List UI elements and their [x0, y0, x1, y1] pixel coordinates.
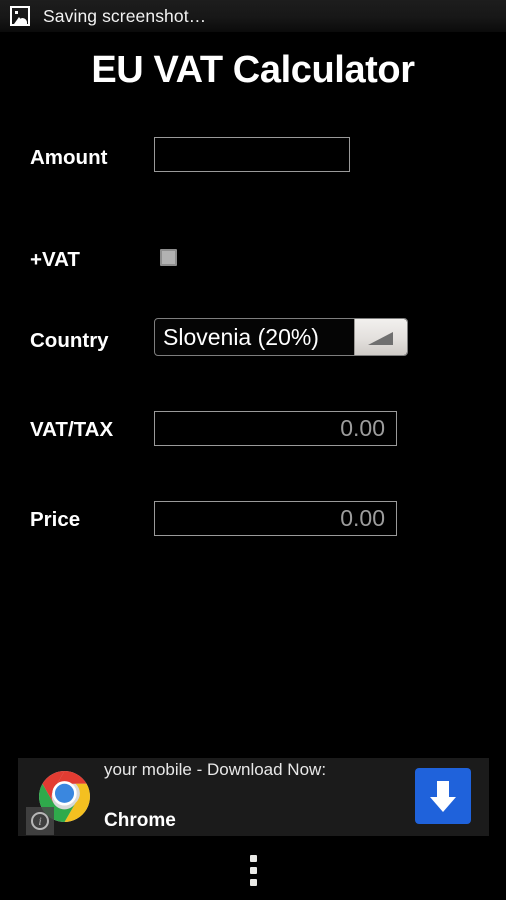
amount-input[interactable] [154, 137, 350, 172]
price-row: Price 0.00 [0, 468, 506, 536]
plus-vat-label: +VAT [30, 248, 80, 271]
overflow-menu-icon[interactable] [235, 850, 271, 890]
screenshot-image-icon [10, 6, 30, 26]
amount-row: Amount [0, 137, 506, 197]
plus-vat-row: +VAT [0, 215, 506, 275]
system-nav-bar [0, 840, 506, 900]
vat-tax-label: VAT/TAX [30, 418, 114, 441]
price-label: Price [30, 508, 81, 531]
amount-label: Amount [30, 146, 108, 169]
country-label: Country [30, 329, 109, 352]
country-selected-value: Slovenia (20%) [163, 323, 319, 350]
download-arrow-icon[interactable] [415, 768, 471, 824]
page-title: EU VAT Calculator [91, 49, 415, 91]
plus-vat-checkbox[interactable] [160, 249, 177, 266]
status-bar: Saving screenshot… [0, 0, 506, 33]
ad-headline: your mobile - Download Now: [104, 760, 327, 779]
ad-banner[interactable]: your mobile - Download Now: Chrome i [18, 758, 489, 836]
status-bar-text: Saving screenshot… [43, 5, 207, 26]
ad-info-icon[interactable]: i [26, 807, 54, 835]
vat-tax-output: 0.00 [154, 411, 397, 446]
ad-app-name: Chrome [104, 810, 176, 831]
app-content: EU VAT Calculator Amount +VAT Country Sl… [0, 33, 506, 840]
spinner-triangle-icon[interactable] [354, 319, 407, 355]
country-spinner[interactable]: Slovenia (20%) [154, 318, 408, 356]
country-row: Country Slovenia (20%) [0, 293, 506, 356]
price-output: 0.00 [154, 501, 397, 536]
vat-tax-row: VAT/TAX 0.00 [0, 378, 506, 446]
